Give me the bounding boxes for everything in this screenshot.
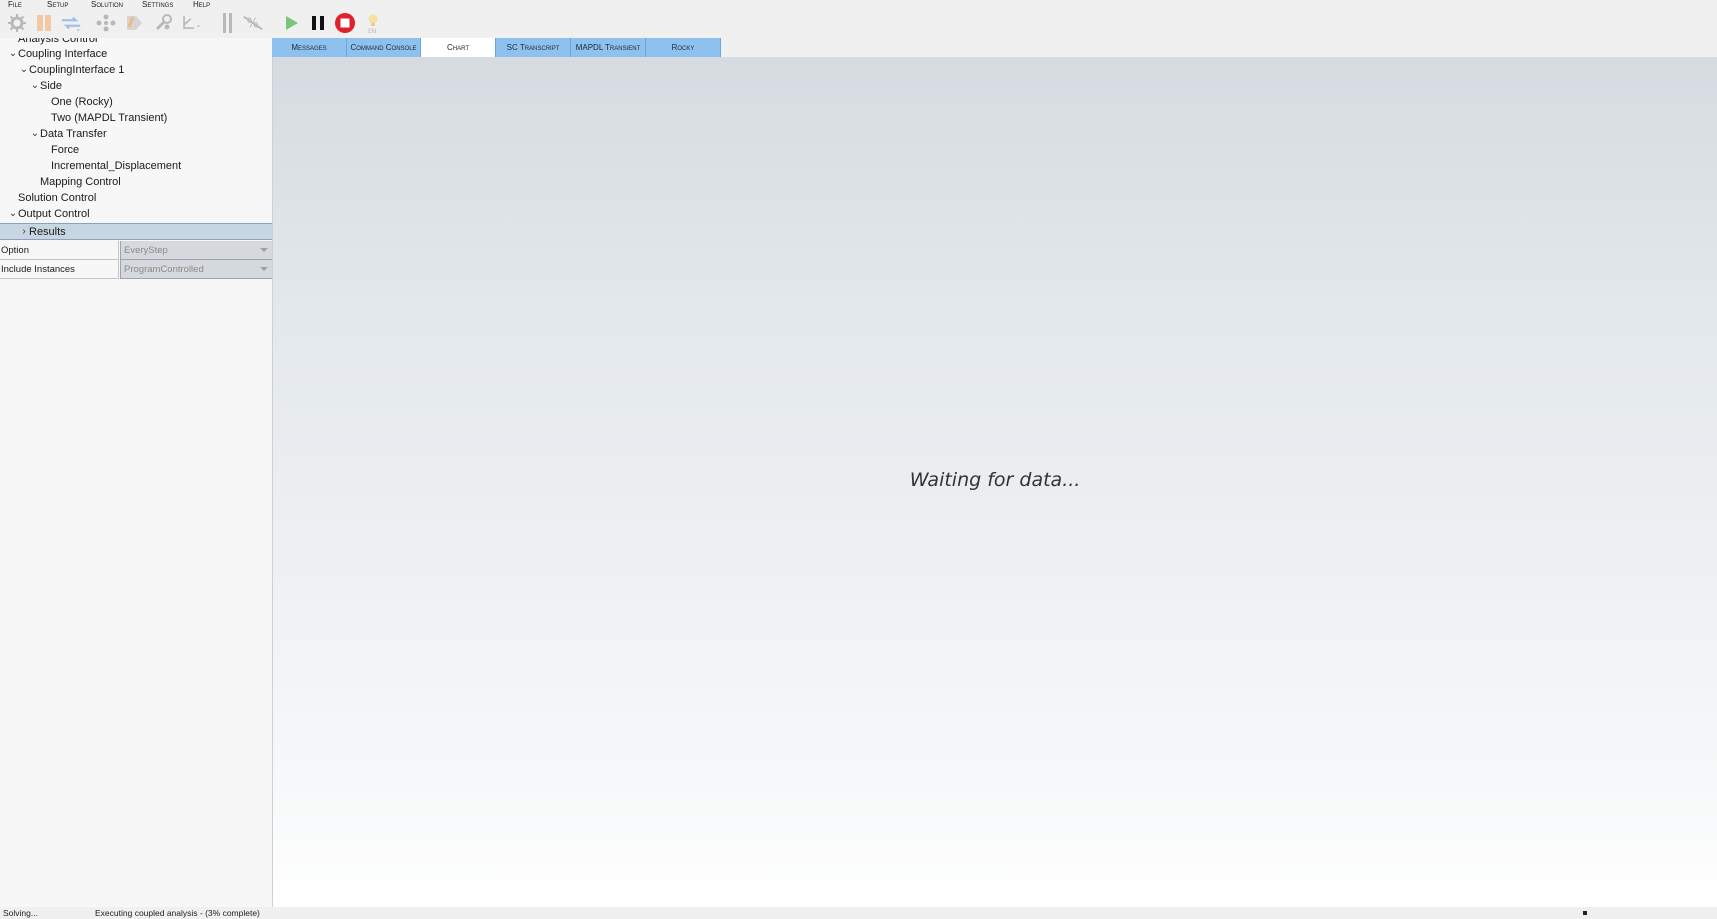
property-value: ProgramControlled (124, 264, 204, 275)
toolbar: % EN (0, 10, 1717, 38)
wrench-icon[interactable] (152, 12, 174, 34)
axis-icon[interactable] (179, 12, 201, 34)
tree-item-force[interactable]: Force (0, 142, 272, 158)
tree-item-label: CouplingInterface 1 (29, 64, 125, 76)
outline-panel: Analysis Control ⌄ Coupling Interface ⌄ … (0, 38, 273, 907)
chart-panel: Waiting for data... (273, 57, 1717, 907)
property-row-option: Option EveryStep (0, 241, 272, 260)
tree-item-incremental-displacement[interactable]: Incremental_Displacement (0, 158, 272, 174)
status-state: Solving... (3, 908, 38, 918)
menu-settings[interactable]: Settings (142, 0, 173, 9)
status-message: Executing coupled analysis - (3% complet… (95, 908, 260, 918)
tab-command-console[interactable]: Command Console (347, 38, 421, 57)
tree-item-label: Incremental_Displacement (51, 160, 182, 172)
tab-messages[interactable]: Messages (272, 38, 347, 57)
tab-rocky[interactable]: Rocky (646, 38, 721, 57)
dropdown-arrow-icon[interactable] (260, 267, 268, 271)
no-percent-icon[interactable]: % (242, 12, 264, 34)
tree-item-label: Coupling Interface (18, 48, 108, 60)
play-icon[interactable] (280, 12, 302, 34)
tag-icon[interactable] (123, 12, 145, 34)
flag-icon[interactable] (33, 12, 55, 34)
resize-grip-icon[interactable] (1583, 911, 1587, 915)
property-value: EveryStep (124, 245, 168, 256)
tab-mapdl-transient[interactable]: MAPDL Transient (571, 38, 646, 57)
lightbulb-icon[interactable]: EN (362, 12, 384, 34)
include-instances-select[interactable]: ProgramControlled (120, 260, 272, 279)
chevron-right-icon[interactable]: › (19, 224, 29, 240)
tree-item-label: Output Control (18, 208, 90, 220)
tab-chart[interactable]: Chart (421, 38, 496, 57)
lightbulb-badge: EN (368, 28, 376, 34)
property-name: Include Instances (0, 260, 119, 279)
tree-item-label: Data Transfer (40, 128, 107, 140)
tab-strip: Messages Command Console Chart SC Transc… (272, 38, 721, 57)
option-select[interactable]: EveryStep (120, 241, 272, 260)
pipe-icon[interactable] (216, 12, 238, 34)
tree-item-coupling-interface[interactable]: ⌄ Coupling Interface (0, 46, 272, 62)
tree-item-data-transfer[interactable]: ⌄ Data Transfer (0, 126, 272, 142)
tree-item-label: Mapping Control (40, 176, 121, 188)
exchange-icon[interactable] (60, 12, 82, 34)
chevron-down-icon[interactable]: ⌄ (8, 206, 18, 222)
chevron-down-icon[interactable]: ⌄ (8, 46, 18, 62)
chevron-down-icon[interactable]: ⌄ (30, 126, 40, 142)
tree-item-results[interactable]: › Results (0, 223, 272, 240)
dropdown-arrow-icon[interactable] (260, 248, 268, 252)
menu-solution[interactable]: Solution (91, 0, 123, 9)
tree-item-couplinginterface-1[interactable]: ⌄ CouplingInterface 1 (0, 62, 272, 78)
pause-icon[interactable] (307, 12, 329, 34)
tree-item-label: Solution Control (18, 192, 97, 204)
gear-icon[interactable] (6, 12, 28, 34)
menu-help[interactable]: Help (193, 0, 210, 9)
menu-file[interactable]: File (8, 0, 22, 9)
menu-setup[interactable]: Setup (47, 0, 68, 9)
stop-icon[interactable] (334, 12, 356, 34)
tree-item-label: Results (29, 226, 66, 238)
tree-item-mapping-control[interactable]: Mapping Control (0, 174, 272, 190)
tab-sc-transcript[interactable]: SC Transcript (496, 38, 571, 57)
nodes-icon[interactable] (95, 12, 117, 34)
tree-item-label: One (Rocky) (51, 96, 113, 108)
chevron-down-icon[interactable]: ⌄ (19, 62, 29, 78)
property-row-include-instances: Include Instances ProgramControlled (0, 260, 272, 279)
tree-item-one-rocky[interactable]: One (Rocky) (0, 94, 272, 110)
status-bar: Solving... Executing coupled analysis - … (0, 907, 1717, 919)
tree-item-side[interactable]: ⌄ Side (0, 78, 272, 94)
chevron-down-icon[interactable]: ⌄ (30, 78, 40, 94)
tree-item-label: Two (MAPDL Transient) (51, 112, 168, 124)
tree-item-output-control[interactable]: ⌄ Output Control (0, 206, 272, 222)
tree-item-solution-control[interactable]: Solution Control (0, 190, 272, 206)
tree-item-label: Force (51, 144, 80, 156)
tree-item-label: Side (40, 80, 63, 92)
tree-item-two-mapdl[interactable]: Two (MAPDL Transient) (0, 110, 272, 126)
property-name: Option (0, 241, 119, 260)
menu-bar: File Setup Solution Settings Help (0, 0, 1717, 10)
waiting-message: Waiting for data... (909, 469, 1081, 491)
